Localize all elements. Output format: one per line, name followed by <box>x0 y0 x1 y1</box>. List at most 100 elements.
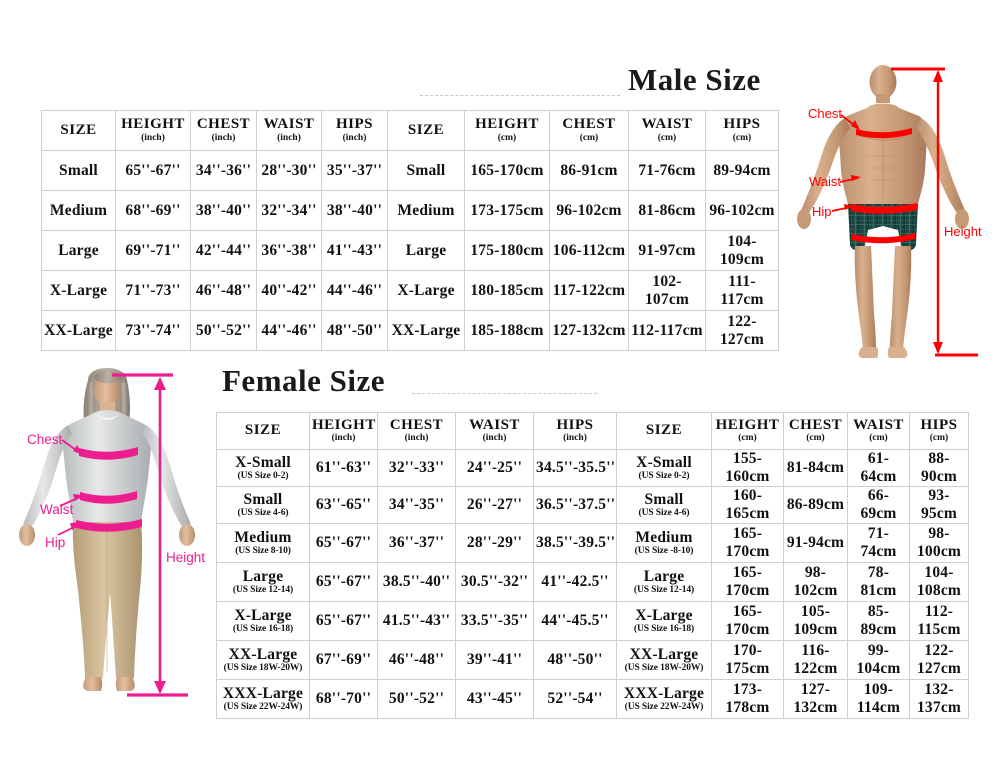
female-body-figure: Chest Waist Hip Height <box>0 352 216 717</box>
female-size-cm: X-Large (US Size 16-18) <box>616 601 712 641</box>
size-name: Small <box>644 490 684 508</box>
female-waist-inch: 33.5''-35'' <box>455 601 534 641</box>
us-size-label: (US Size 12-14) <box>232 585 294 596</box>
female-chest-inch: 46''-48'' <box>377 640 456 680</box>
male-waist-cm: 91-97cm <box>628 230 706 271</box>
table-row: XXX-Large (US Size 22W-24W) 68''-70'' 50''-… <box>216 679 969 719</box>
male-waist-cm: 112-117cm <box>628 310 706 351</box>
female-waist-inch: 26''-27'' <box>455 486 534 524</box>
female-col-chest-inch: CHEST (inch) <box>377 412 456 450</box>
male-chest-inch: 34''-36'' <box>190 150 257 191</box>
table-row: Medium (US Size 8-10) 65''-67'' 36''-37'' 28… <box>216 523 969 563</box>
female-chest-inch: 38.5''-40'' <box>377 562 456 602</box>
female-chest-inch: 41.5''-43'' <box>377 601 456 641</box>
male-height-cm: 173-175cm <box>464 190 550 231</box>
male-waist-cm: 102-107cm <box>628 270 706 311</box>
male-waist-cm: 71-76cm <box>628 150 706 191</box>
male-chest-cm: 96-102cm <box>549 190 629 231</box>
male-chest-inch: 38''-40'' <box>190 190 257 231</box>
size-name: XX-Large <box>629 645 699 663</box>
female-height-annotation: Height <box>166 550 205 565</box>
female-height-cm: 165-170cm <box>711 601 784 641</box>
female-size-inch: Small (US Size 4-6) <box>216 486 310 524</box>
size-name: Medium <box>635 528 693 546</box>
size-name: XXX-Large <box>623 684 705 702</box>
female-height-inch: 65''-67'' <box>309 562 378 602</box>
male-height-cm: 180-185cm <box>464 270 550 311</box>
male-height-cm: 175-180cm <box>464 230 550 271</box>
us-size-label: (US Size 0-2) <box>237 471 289 482</box>
female-section-title: Female Size <box>222 363 386 398</box>
male-hips-inch: 41''-43'' <box>321 230 388 271</box>
male-hips-cm: 96-102cm <box>705 190 779 231</box>
male-waist-inch: 28''-30'' <box>256 150 322 191</box>
female-hips-cm: 112-115cm <box>909 601 969 641</box>
female-waist-cm: 85-89cm <box>847 601 910 641</box>
size-name: X-Large <box>234 606 292 624</box>
female-size-inch: Medium (US Size 8-10) <box>216 523 310 563</box>
table-row: XX-Large (US Size 18W-20W) 67''-69'' 46''-4… <box>216 640 969 680</box>
size-name: XX-Large <box>228 645 298 663</box>
female-waist-inch: 43''-45'' <box>455 679 534 719</box>
male-chest-inch: 50''-52'' <box>190 310 257 351</box>
female-hips-inch: 44''-45.5'' <box>533 601 617 641</box>
male-size-cm: Medium <box>387 190 465 231</box>
female-hips-cm: 93-95cm <box>909 486 969 524</box>
male-size-cm: XX-Large <box>387 310 465 351</box>
male-size-cm: Small <box>387 150 465 191</box>
female-size-cm: XXX-Large (US Size 22W-24W) <box>616 679 712 719</box>
male-waist-annotation: Waist <box>809 174 841 189</box>
female-size-cm: XX-Large (US Size 18W-20W) <box>616 640 712 680</box>
female-chest-cm: 116-122cm <box>783 640 848 680</box>
us-size-label: (US Size 0-2) <box>638 471 690 482</box>
female-col-waist-cm: WAIST (cm) <box>847 412 910 450</box>
female-waist-annotation: Waist <box>40 502 73 517</box>
male-chest-cm: 127-132cm <box>549 310 629 351</box>
us-size-label: (US Size 22W-24W) <box>624 702 704 713</box>
female-waist-inch: 28''-29'' <box>455 523 534 563</box>
female-chest-inch: 36''-37'' <box>377 523 456 563</box>
female-waist-cm: 109-114cm <box>847 679 910 719</box>
female-waist-inch: 24''-25'' <box>455 449 534 487</box>
size-name: Medium <box>234 528 292 546</box>
male-size-inch: XX-Large <box>41 310 116 351</box>
female-waist-inch: 30.5''-32'' <box>455 562 534 602</box>
female-size-inch: X-Large (US Size 16-18) <box>216 601 310 641</box>
male-col-waist-inch: WAIST (inch) <box>256 110 322 151</box>
female-size-cm: X-Small (US Size 0-2) <box>616 449 712 487</box>
us-size-label: (US Size 12-14) <box>633 585 695 596</box>
female-chest-inch: 50''-52'' <box>377 679 456 719</box>
size-name: Large <box>643 567 685 585</box>
male-height-inch: 71''-73'' <box>115 270 191 311</box>
female-hips-cm: 132-137cm <box>909 679 969 719</box>
size-name: Small <box>243 490 283 508</box>
male-col-height-cm: HEIGHT (cm) <box>464 110 550 151</box>
table-row: Large (US Size 12-14) 65''-67'' 38.5''-40''… <box>216 562 969 602</box>
us-size-label: (US Size 18W-20W) <box>624 663 704 674</box>
female-height-cm: 155-160cm <box>711 449 784 487</box>
male-height-inch: 69''-71'' <box>115 230 191 271</box>
female-chest-cm: 127-132cm <box>783 679 848 719</box>
female-waist-cm: 78-81cm <box>847 562 910 602</box>
female-hips-cm: 104-108cm <box>909 562 969 602</box>
male-waist-cm: 81-86cm <box>628 190 706 231</box>
female-waist-cm: 61-64cm <box>847 449 910 487</box>
size-name: Large <box>242 567 284 585</box>
female-header-row: SIZE HEIGHT (inch) CHEST (inch) WAIST (i… <box>216 412 969 450</box>
male-hips-cm: 104-109cm <box>705 230 779 271</box>
female-hips-inch: 48''-50'' <box>533 640 617 680</box>
female-chest-inch: 34''-35'' <box>377 486 456 524</box>
male-size-inch: Small <box>41 150 116 191</box>
male-size-inch: X-Large <box>41 270 116 311</box>
female-height-cm: 165-170cm <box>711 523 784 563</box>
female-height-cm: 165-170cm <box>711 562 784 602</box>
male-col-chest-cm: CHEST (cm) <box>549 110 629 151</box>
female-size-cm: Medium (US Size -8-10) <box>616 523 712 563</box>
female-chest-cm: 105-109cm <box>783 601 848 641</box>
female-height-inch: 67''-69'' <box>309 640 378 680</box>
us-size-label: (US Size 16-18) <box>633 624 695 635</box>
female-col-hips-inch: HIPS (inch) <box>533 412 617 450</box>
table-row: Large 69''-71'' 42''-44'' 36''-38'' 41''-43'… <box>41 230 779 271</box>
us-size-label: (US Size 8-10) <box>235 546 291 557</box>
female-height-inch: 65''-67'' <box>309 523 378 563</box>
